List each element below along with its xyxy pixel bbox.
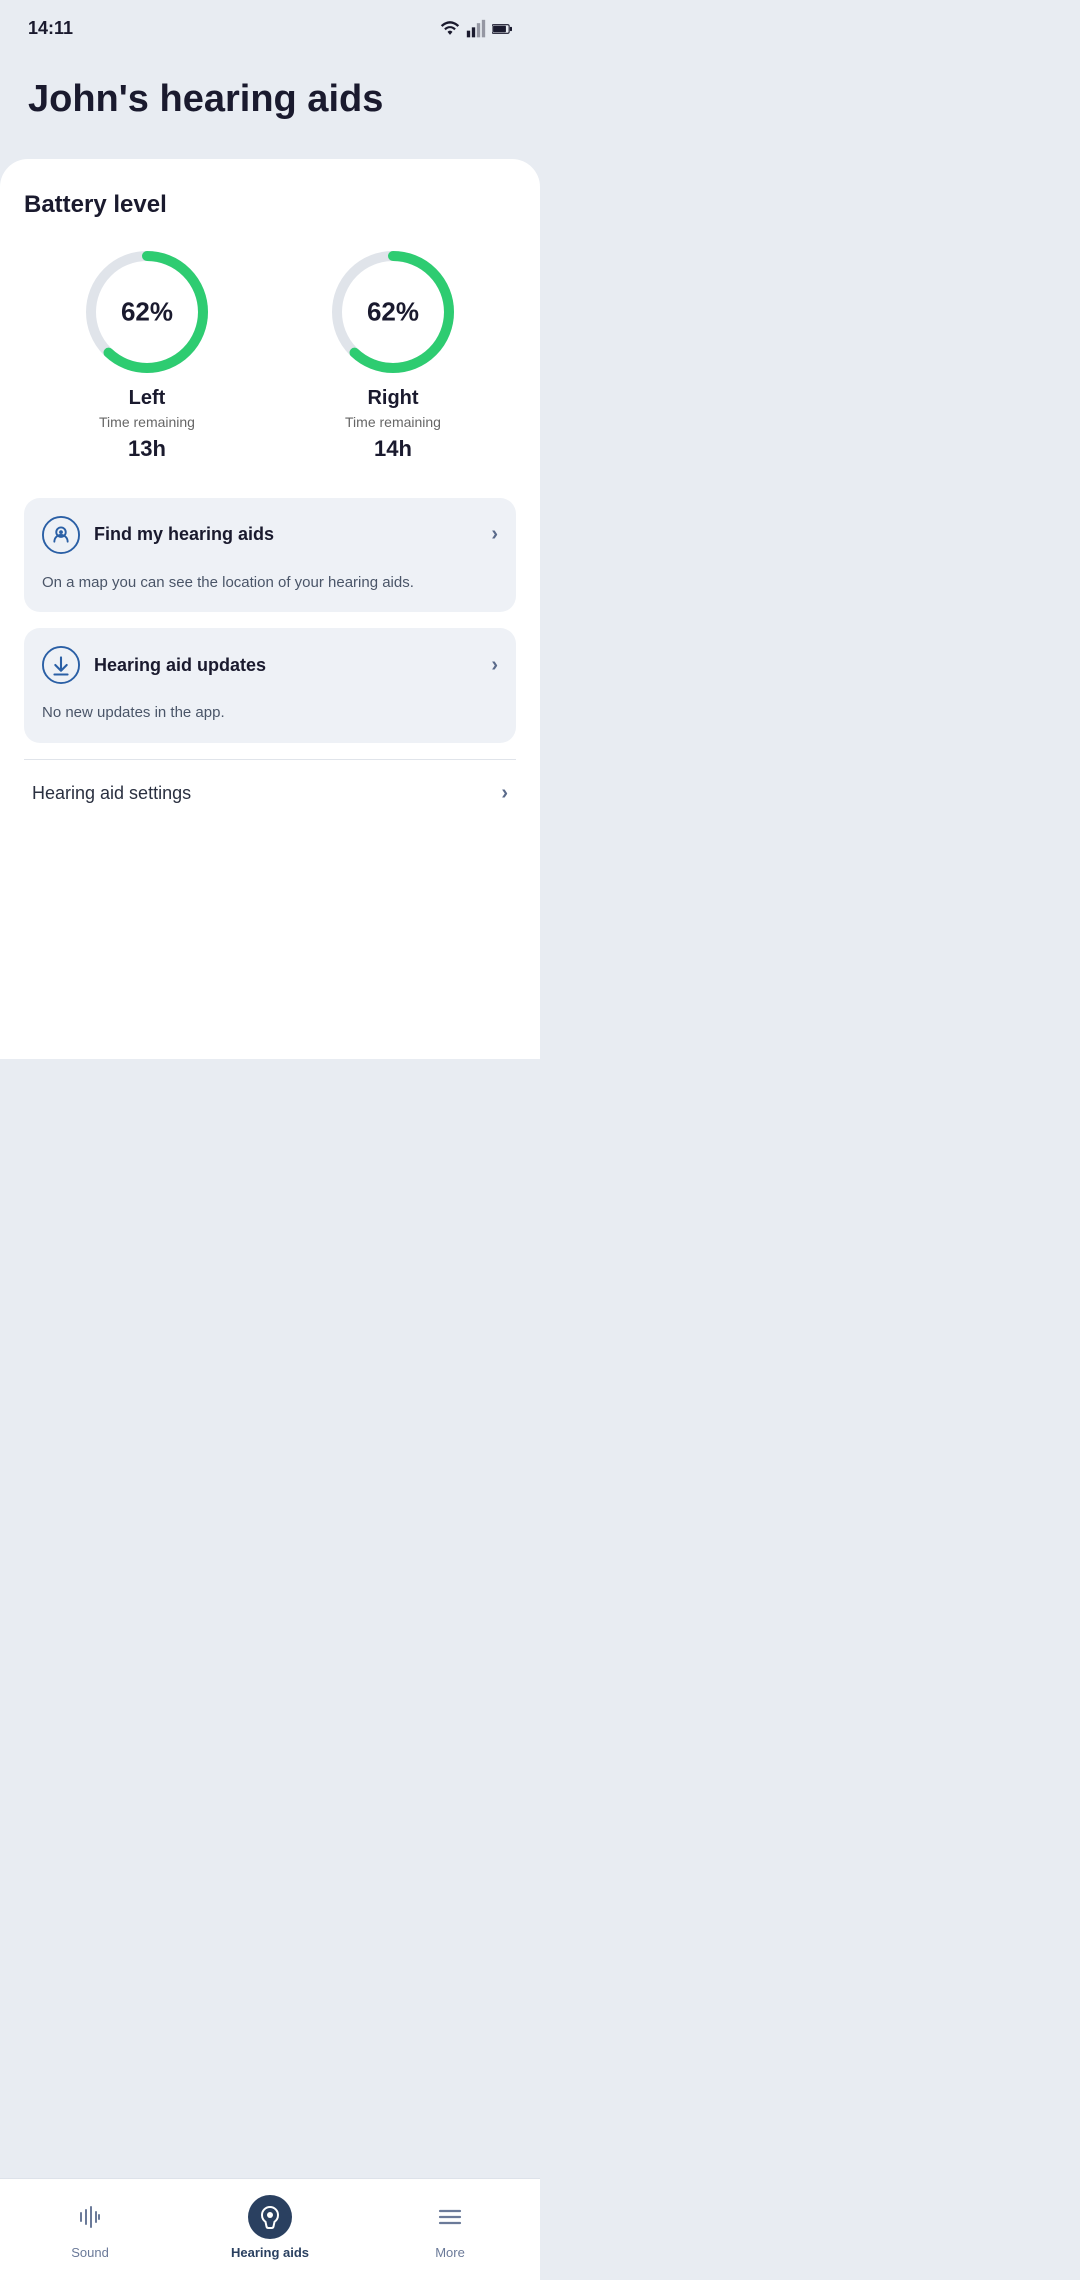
nav-label-hearing-aids: Hearing aids [231,2245,309,2260]
find-hearing-aids-header[interactable]: Find my hearing aids › [24,498,516,572]
battery-right-name: Right [367,387,418,410]
bottom-spacer [24,827,516,927]
hearing-aid-updates-header[interactable]: Hearing aid updates › [24,628,516,702]
battery-left-circle: 62% [82,247,212,377]
find-hearing-aids-card[interactable]: Find my hearing aids › On a map you can … [24,498,516,613]
settings-chevron-icon: › [501,782,508,805]
hearing-aid-updates-left: Hearing aid updates [42,646,266,684]
hearing-aid-updates-body: No new updates in the app. [24,702,516,743]
nav-item-sound[interactable]: Sound [40,2195,140,2260]
wifi-icon [440,19,460,39]
nav-item-more[interactable]: More [400,2195,500,2260]
battery-left-percent: 62% [121,296,173,327]
location-icon [42,516,80,554]
header: John's hearing aids [0,49,540,159]
page-title: John's hearing aids [28,77,512,123]
sound-icon-wrap [68,2195,112,2239]
nav-label-more: More [435,2245,465,2260]
find-hearing-aids-title: Find my hearing aids [94,524,274,545]
nav-label-sound: Sound [71,2245,109,2260]
battery-right-percent: 62% [367,296,419,327]
battery-left-remaining-label: Time remaining [99,414,195,430]
battery-left-time: 13h [128,436,166,462]
hearing-aid-settings-label: Hearing aid settings [32,783,191,804]
battery-section: Battery level 62% Left Time remaining 13… [24,191,516,462]
battery-right-time: 14h [374,436,412,462]
battery-row: 62% Left Time remaining 13h 62% Right Ti… [24,247,516,462]
status-time: 14:11 [28,18,73,39]
find-chevron-icon: › [491,523,498,546]
more-icon [436,2203,464,2231]
battery-right-circle: 62% [328,247,458,377]
status-bar: 14:11 [0,0,540,49]
find-hearing-aids-body: On a map you can see the location of you… [24,572,516,613]
find-hearing-aids-left: Find my hearing aids [42,516,274,554]
updates-chevron-icon: › [491,654,498,677]
battery-status-icon [492,19,512,39]
hearing-aids-icon [256,2203,284,2231]
hearing-aid-updates-title: Hearing aid updates [94,655,266,676]
battery-section-title: Battery level [24,191,516,219]
battery-left: 62% Left Time remaining 13h [82,247,212,462]
battery-right-remaining-label: Time remaining [345,414,441,430]
hearing-aids-icon-wrap [248,2195,292,2239]
battery-left-name: Left [129,387,166,410]
signal-icon [466,19,486,39]
main-card: Battery level 62% Left Time remaining 13… [0,159,540,1059]
status-icons [440,19,512,39]
battery-right: 62% Right Time remaining 14h [328,247,458,462]
more-icon-wrap [428,2195,472,2239]
download-icon [42,646,80,684]
hearing-aid-updates-card[interactable]: Hearing aid updates › No new updates in … [24,628,516,743]
bottom-nav: Sound Hearing aids More [0,2178,540,2280]
hearing-aid-settings-row[interactable]: Hearing aid settings › [24,759,516,827]
sound-icon [76,2203,104,2231]
nav-item-hearing-aids[interactable]: Hearing aids [220,2195,320,2260]
